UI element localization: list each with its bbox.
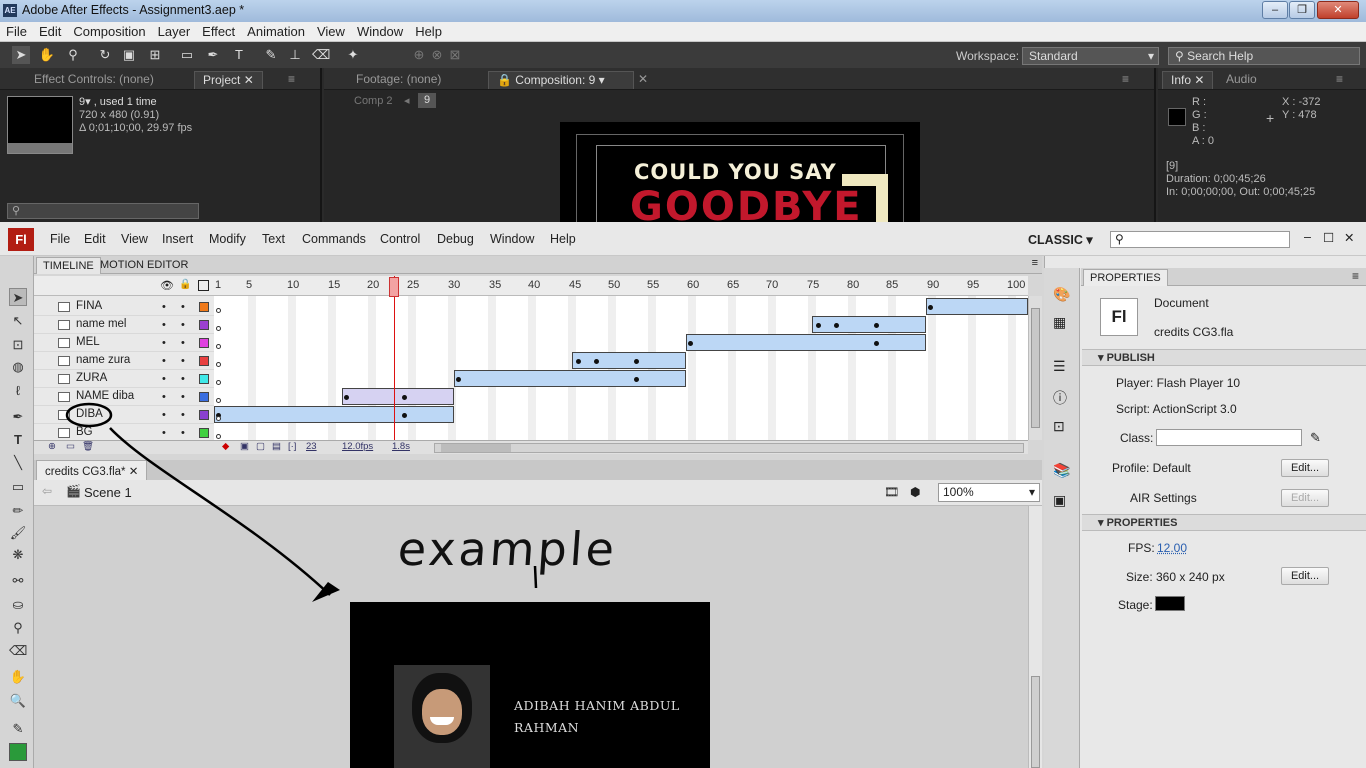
panel-icon-dock: 🎨 ▦ ☰ ⓘ ⊡ 📚 ▣	[1044, 268, 1080, 768]
player-label: Player: Flash Player 10	[1116, 376, 1241, 390]
stage-name-line2: RAHMAN	[514, 720, 580, 735]
script-label: Script: ActionScript 3.0	[1116, 402, 1237, 416]
profile-label: Profile: Default	[1112, 461, 1191, 475]
color-panel-icon[interactable]: 🎨	[1053, 286, 1070, 303]
stage-photo[interactable]	[394, 665, 490, 768]
tab-properties[interactable]: PROPERTIES	[1083, 269, 1168, 286]
stage-color-label: Stage:	[1118, 598, 1153, 612]
document-name-label: credits CG3.fla	[1154, 325, 1234, 339]
document-type-label: Document	[1154, 296, 1209, 310]
publish-section-header[interactable]: ▾ PUBLISH	[1082, 349, 1366, 366]
properties-section-header[interactable]: ▾ PROPERTIES	[1082, 514, 1366, 531]
air-settings-label: AIR Settings	[1130, 491, 1197, 505]
stage-name-line1: ADIBAH HANIM ABDUL	[514, 698, 680, 713]
swatches-panel-icon[interactable]: ▦	[1053, 314, 1066, 331]
info-panel-icon[interactable]: ⓘ	[1053, 388, 1067, 408]
library-panel-icon[interactable]: 📚	[1053, 462, 1070, 479]
edit-class-pencil-icon[interactable]: ✎	[1310, 430, 1321, 446]
components-panel-icon[interactable]: ▣	[1053, 492, 1066, 509]
fps-value[interactable]: 12.00	[1157, 541, 1187, 555]
properties-section-label: PROPERTIES	[1106, 517, 1178, 529]
transform-panel-icon[interactable]: ⊡	[1053, 418, 1065, 435]
class-label: Class:	[1120, 431, 1154, 445]
size-label: Size: 360 x 240 px	[1126, 570, 1225, 584]
stage-color-swatch[interactable]	[1155, 596, 1185, 611]
profile-edit-button[interactable]: Edit...	[1281, 459, 1329, 477]
document-icon: Fl	[1100, 298, 1138, 336]
align-panel-icon[interactable]: ☰	[1053, 358, 1066, 375]
fps-label: FPS:	[1128, 541, 1155, 555]
class-input[interactable]	[1156, 429, 1302, 446]
publish-section-label: PUBLISH	[1106, 352, 1155, 364]
panel-menu-icon[interactable]: ≡	[1352, 269, 1359, 283]
size-edit-button[interactable]: Edit...	[1281, 567, 1329, 585]
air-edit-button[interactable]: Edit...	[1281, 489, 1329, 507]
